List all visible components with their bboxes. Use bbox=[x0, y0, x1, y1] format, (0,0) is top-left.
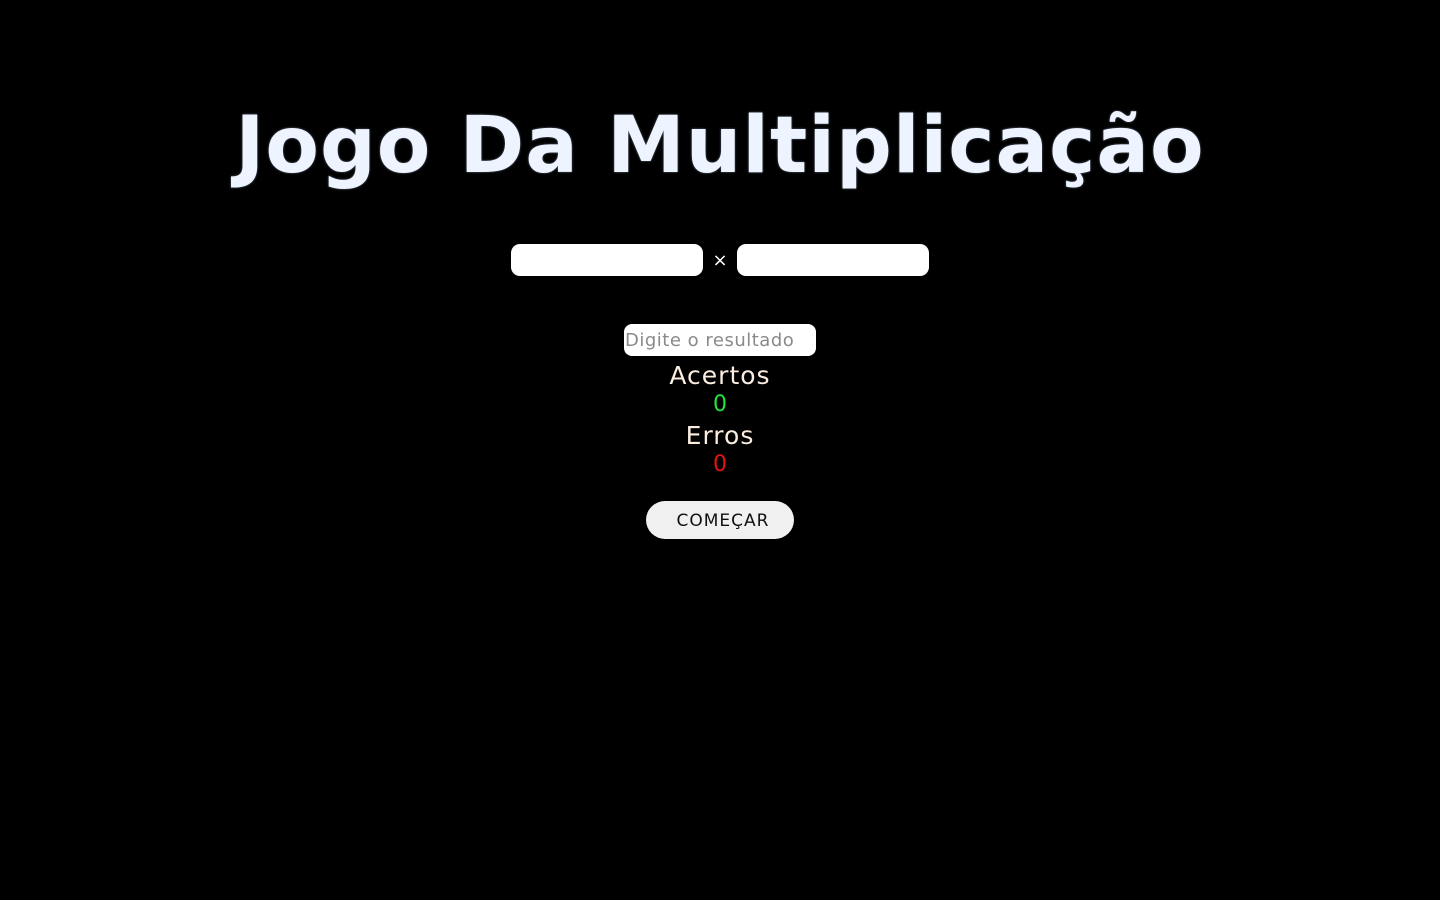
hits-label: Acertos bbox=[669, 361, 771, 390]
start-button[interactable]: COMEÇAR bbox=[646, 501, 794, 539]
game-page: Jogo Da Multiplicação × Acertos 0 Erros … bbox=[0, 0, 1440, 900]
multiply-sign: × bbox=[712, 250, 728, 271]
hits-counter: 0 bbox=[713, 392, 727, 417]
second-factor-field[interactable] bbox=[737, 244, 929, 276]
multiplication-operands: × bbox=[0, 244, 1440, 276]
errors-label: Erros bbox=[685, 421, 755, 450]
result-input[interactable] bbox=[624, 324, 816, 356]
errors-counter: 0 bbox=[713, 452, 727, 477]
first-factor-field[interactable] bbox=[511, 244, 703, 276]
page-title: Jogo Da Multiplicação bbox=[235, 101, 1205, 191]
